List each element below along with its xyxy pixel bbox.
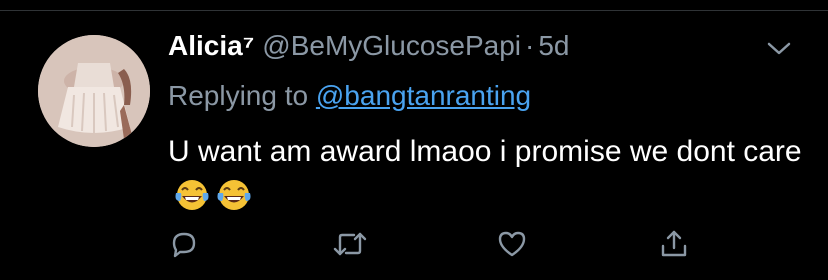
tweet-timestamp[interactable]: 5d (538, 30, 569, 62)
tweet-header: Alicia⁷ @BeMyGlucosePapi · 5d (168, 30, 570, 70)
face-with-tears-of-joy-icon (174, 177, 210, 226)
chevron-down-icon[interactable] (764, 34, 794, 64)
replying-to: Replying to @bangtanranting (168, 80, 531, 112)
reply-to-mention-link[interactable]: @bangtanranting (316, 80, 531, 111)
separator-dot: · (525, 30, 535, 61)
reply-icon[interactable] (164, 224, 204, 264)
user-handle[interactable]: @BeMyGlucosePapi (262, 30, 521, 62)
replying-to-label: Replying to (168, 80, 316, 111)
face-with-tears-of-joy-icon (216, 177, 252, 226)
top-divider (0, 10, 828, 11)
retweet-icon[interactable] (330, 224, 370, 264)
tweet-body: U want am award lmaoo i promise we dont … (168, 135, 802, 168)
like-icon[interactable] (492, 224, 532, 264)
avatar[interactable] (38, 35, 150, 147)
tweet-text: U want am award lmaoo i promise we dont … (168, 130, 808, 226)
display-name[interactable]: Alicia⁷ (168, 30, 254, 62)
tweet-actions-bar (0, 224, 828, 264)
share-icon[interactable] (654, 224, 694, 264)
